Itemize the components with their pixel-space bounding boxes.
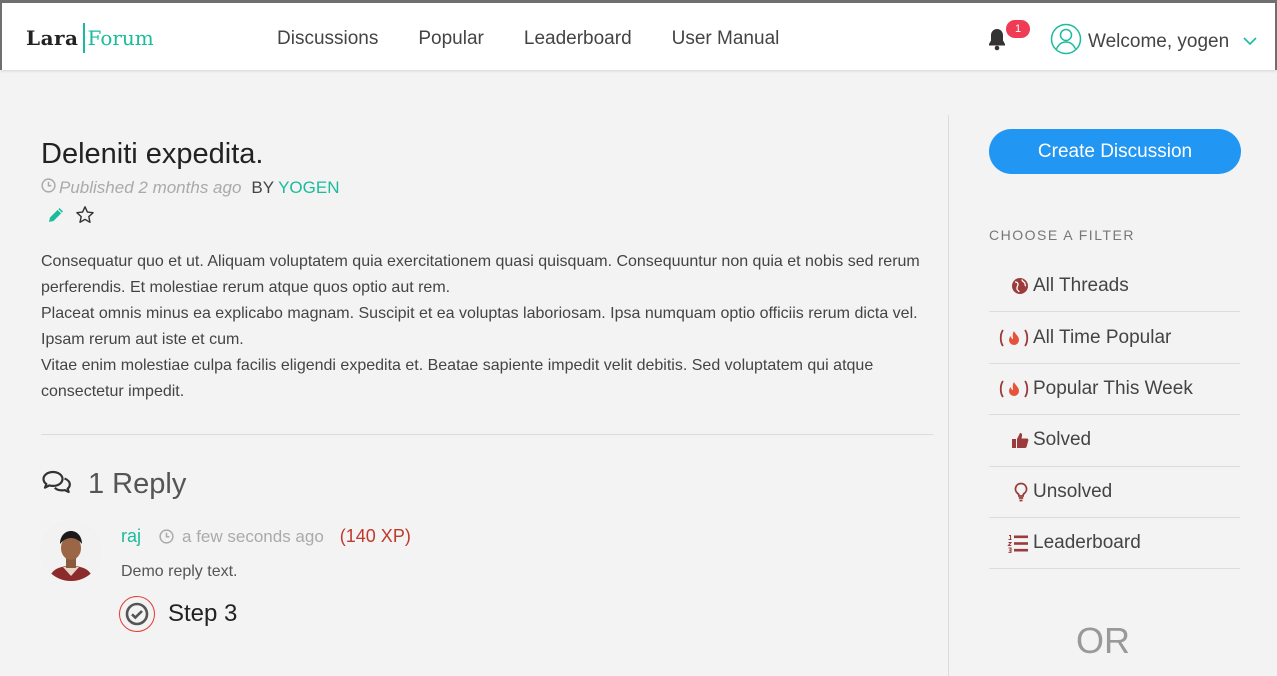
by-label: BY	[251, 178, 275, 197]
mark-best-answer-button[interactable]	[119, 596, 155, 632]
filter-label: All Threads	[1033, 275, 1129, 297]
top-navbar: Lara Forum Discussions Popular Leaderboa…	[0, 0, 1277, 70]
list-ol-icon	[989, 533, 1033, 553]
globe-icon	[989, 277, 1033, 295]
brand-logo-part1: Lara	[26, 26, 79, 50]
brand-logo[interactable]: Lara Forum	[26, 21, 154, 55]
filter-label: All Time Popular	[1033, 326, 1172, 348]
clock-icon	[159, 529, 174, 544]
filter-label: Solved	[1033, 429, 1092, 451]
reply-author-xp: (140 XP)	[339, 526, 411, 546]
create-discussion-button[interactable]: Create Discussion	[989, 129, 1241, 174]
content-divider	[41, 434, 933, 435]
filter-all-threads[interactable]: All Threads	[989, 261, 1240, 313]
or-separator: OR	[1076, 620, 1130, 661]
check-circle-icon	[125, 602, 149, 626]
filter-list: All Threads All Time Popular Popular Thi…	[989, 261, 1240, 570]
replies-header: 1 Reply	[41, 468, 933, 501]
filter-label: Leaderboard	[1033, 532, 1141, 554]
body-paragraph: Placeat omnis minus ea explicabo magnam.…	[41, 305, 918, 348]
filter-leaderboard[interactable]: Leaderboard	[989, 518, 1240, 570]
reply-item: raj a few seconds ago (140 XP) Demo repl…	[41, 521, 933, 641]
nav-leaderboard[interactable]: Leaderboard	[524, 25, 632, 53]
comments-icon	[41, 469, 72, 500]
star-icon[interactable]	[75, 205, 95, 230]
sidebar-divider	[948, 115, 949, 676]
avatar[interactable]	[41, 521, 101, 581]
fire-icon	[989, 379, 1033, 399]
user-circle-icon	[1050, 23, 1082, 60]
filter-label: Popular This Week	[1033, 377, 1193, 399]
reply-header: raj a few seconds ago (140 XP)	[121, 526, 411, 547]
reply-text: Demo reply text.	[121, 563, 238, 580]
notification-count-badge: 1	[1006, 20, 1030, 38]
bell-icon[interactable]	[986, 27, 1008, 51]
fire-icon	[989, 328, 1033, 348]
user-menu[interactable]: Welcome, yogen	[1050, 23, 1257, 60]
brand-logo-part2: Forum	[87, 26, 154, 50]
chevron-down-icon	[1243, 33, 1257, 51]
main-nav: Discussions Popular Leaderboard User Man…	[277, 25, 819, 53]
filter-label: Unsolved	[1033, 480, 1113, 502]
step-label: Step 3	[168, 600, 238, 627]
filter-solved[interactable]: Solved	[989, 415, 1240, 467]
nav-popular[interactable]: Popular	[418, 25, 484, 53]
filter-popular-this-week[interactable]: Popular This Week	[989, 364, 1240, 416]
nav-user-manual[interactable]: User Manual	[672, 25, 780, 53]
lightbulb-icon	[989, 482, 1033, 502]
clock-icon	[41, 178, 56, 198]
discussion-content: Deleniti expedita. Published 2 months ag…	[41, 115, 933, 641]
filter-heading: CHOOSE A FILTER	[989, 227, 1135, 243]
nav-discussions[interactable]: Discussions	[277, 25, 378, 53]
thumbs-up-icon	[989, 431, 1033, 449]
welcome-text: Welcome, yogen	[1088, 30, 1230, 52]
post-actions	[41, 204, 933, 230]
brand-logo-divider	[82, 23, 85, 53]
published-time: Published 2 months ago	[59, 178, 242, 197]
pencil-icon[interactable]	[47, 206, 65, 229]
author-link[interactable]: YOGEN	[278, 178, 339, 198]
filter-unsolved[interactable]: Unsolved	[989, 467, 1240, 518]
post-meta: Published 2 months ago BY YOGEN	[41, 178, 933, 198]
body-paragraph: Consequatur quo et ut. Aliquam voluptate…	[41, 253, 920, 296]
reply-author-link[interactable]: raj	[121, 526, 141, 547]
discussion-title: Deleniti expedita.	[41, 138, 264, 170]
filter-all-time-popular[interactable]: All Time Popular	[989, 312, 1240, 364]
body-paragraph: Vitae enim molestiae culpa facilis elige…	[41, 357, 874, 400]
reply-count: 1 Reply	[88, 468, 187, 500]
reply-time: a few seconds ago	[182, 526, 324, 546]
discussion-body: Consequatur quo et ut. Aliquam voluptate…	[41, 249, 933, 405]
